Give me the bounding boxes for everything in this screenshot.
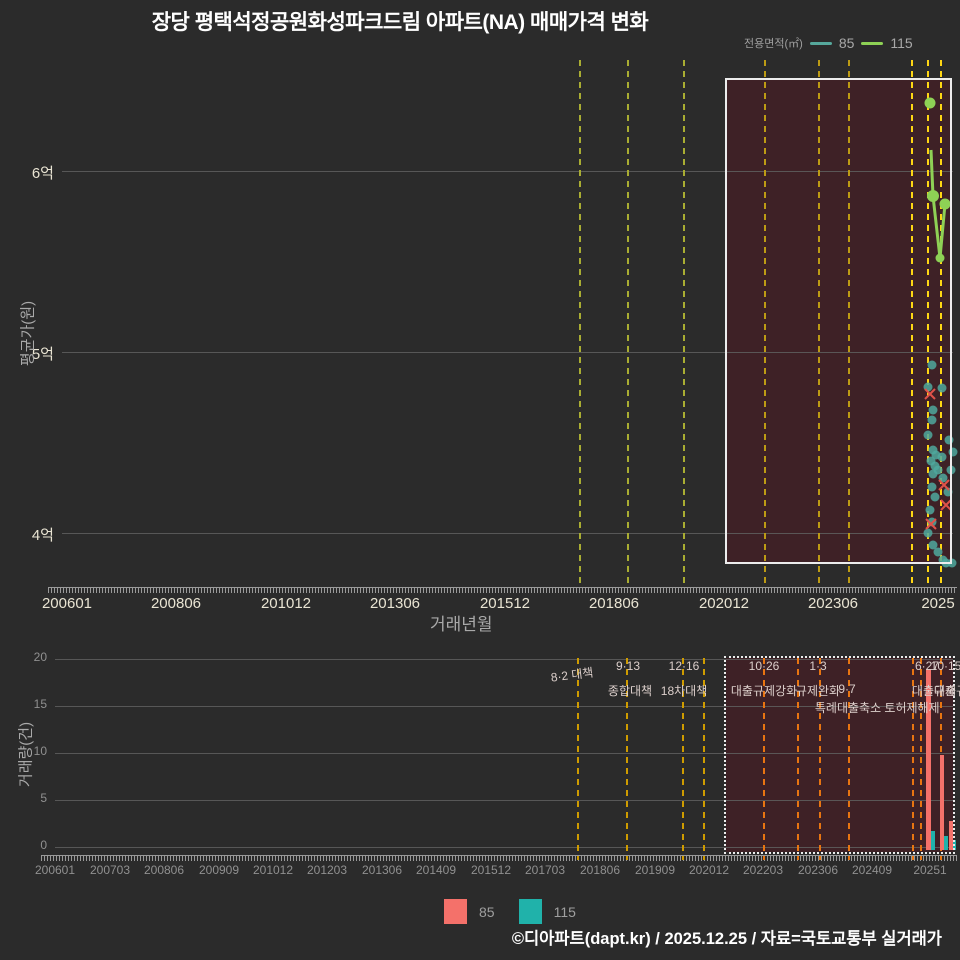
volume-chart-x-tick-label: 200703 <box>90 863 130 877</box>
volume-chart-x-tick-label: 201909 <box>635 863 675 877</box>
legend-swatch-115 <box>519 899 542 924</box>
volume-y-axis-title: 거래량(건) <box>15 710 36 800</box>
price-chart-x-tick-label: 202306 <box>808 595 858 612</box>
bottom-legend: 85 115 <box>444 899 600 924</box>
volume-chart-x-tick-label: 202409 <box>852 863 892 877</box>
price-chart-highlight-border <box>725 78 952 564</box>
policy-annotation: 토허제해제 <box>884 699 939 716</box>
x-axis-title: 거래년월 <box>430 610 493 635</box>
volume-chart-x-tick-label: 202306 <box>798 863 838 877</box>
policy-annotation: 18차대책 <box>661 682 707 699</box>
price-y-axis-title: 평균가(원) <box>17 289 38 379</box>
policy-annotation: 9·13 <box>616 659 640 673</box>
price-chart-policy-line <box>683 60 685 587</box>
volume-chart-y-tick-label: 0 <box>3 838 47 852</box>
policy-annotation: 10·26 <box>749 659 780 673</box>
price-chart-policy-line <box>627 60 629 587</box>
policy-annotation: 8·2 대책 <box>550 663 595 685</box>
volume-chart-x-tick-label: 200909 <box>199 863 239 877</box>
volume-chart-y-tick-label: 20 <box>3 650 47 664</box>
volume-chart-x-tick-label: 202012 <box>689 863 729 877</box>
legend-label-115-bottom: 115 <box>554 904 576 920</box>
volume-chart-x-tick-label: 20251 <box>913 863 946 877</box>
price-chart-x-tick-label: 2025 <box>921 595 954 612</box>
policy-annotation: 종합대책 <box>608 682 652 699</box>
price-chart-x-tick-label: 202012 <box>699 595 749 612</box>
copyright-source-text: ©디아파트(dapt.kr) / 2025.12.25 / 자료=국토교통부 실… <box>512 925 942 949</box>
price-chart-x-tick-label: 200601 <box>42 595 92 612</box>
price-chart-y-tick-label: 6억 <box>10 162 54 183</box>
legend-label-85-bottom: 85 <box>479 904 495 920</box>
price-chart-x-tick-label: 201806 <box>589 595 639 612</box>
charts-layer: 6억5억4억2006012008062010122013062015122018… <box>0 0 960 960</box>
price-chart-x-tick-label: 201012 <box>261 595 311 612</box>
volume-chart-policy-line <box>577 658 579 860</box>
volume-chart-x-tick-label: 201409 <box>416 863 456 877</box>
volume-chart-x-tick-label: 200601 <box>35 863 75 877</box>
volume-chart-x-tick-label: 201203 <box>307 863 347 877</box>
policy-annotation: 대출규제 <box>934 682 960 699</box>
price-chart-x-tick-label: 200806 <box>151 595 201 612</box>
volume-chart-x-tick-label: 202203 <box>743 863 783 877</box>
price-chart-x-tick-label: 201306 <box>370 595 420 612</box>
volume-chart-x-tick-label: 201512 <box>471 863 511 877</box>
volume-chart-x-tick-label: 201703 <box>525 863 565 877</box>
volume-chart-x-tick-label: 201806 <box>580 863 620 877</box>
price-chart-y-tick-label: 4억 <box>10 524 54 545</box>
policy-annotation: 규제완화 <box>796 682 840 699</box>
chart-page: 장당 평택석정공원화성파크드림 아파트(NA) 매매가격 변화 전용면적(㎡) … <box>0 0 960 960</box>
price-chart-policy-line <box>579 60 581 587</box>
policy-annotation: 1·3 <box>809 659 826 673</box>
policy-annotation: 10·15 <box>931 659 960 673</box>
policy-annotation: 12·16 <box>669 659 700 673</box>
legend-swatch-85 <box>444 899 467 924</box>
policy-annotation: 대출규제강화 <box>731 682 797 699</box>
price-chart-x-axis-ticks <box>48 588 957 593</box>
policy-annotation: 9·7 <box>838 682 855 696</box>
volume-chart-x-tick-label: 200806 <box>144 863 184 877</box>
volume-chart-x-tick-label: 201306 <box>362 863 402 877</box>
policy-annotation: 특례대출축소 <box>815 699 881 716</box>
volume-chart-x-tick-label: 201012 <box>253 863 293 877</box>
